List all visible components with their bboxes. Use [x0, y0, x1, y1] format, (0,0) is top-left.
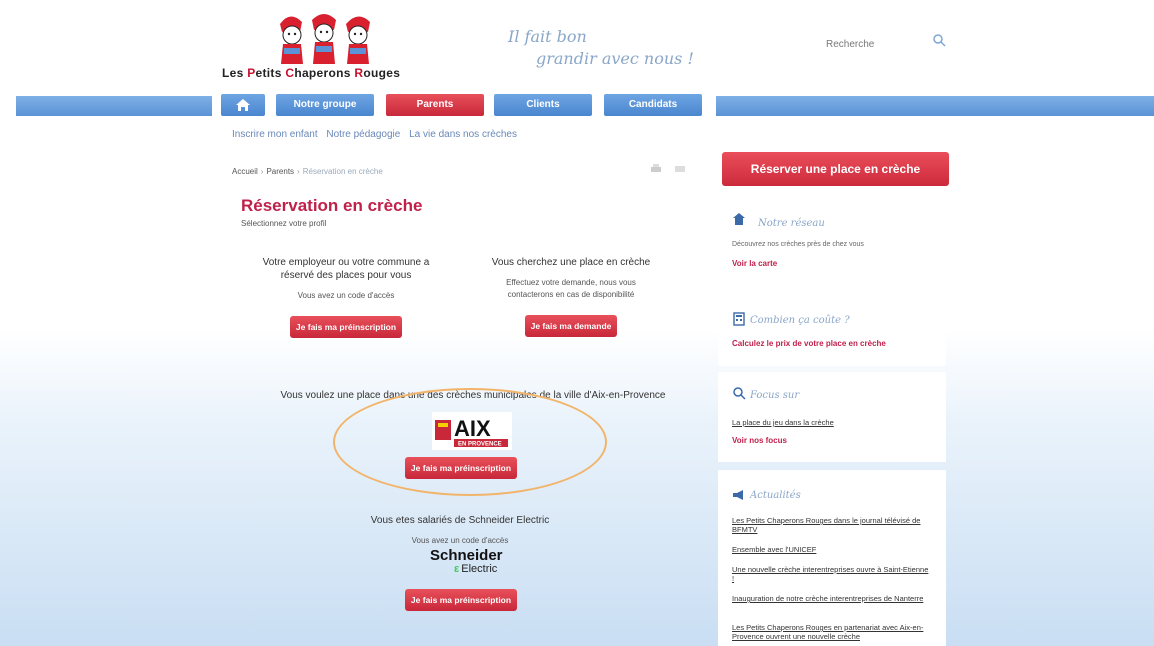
aix-en-provence-logo: AIX EN PROVENCE	[432, 406, 512, 452]
share-icon[interactable]	[674, 164, 686, 174]
site-logo[interactable]: Les Petits Chaperons Rouges	[222, 10, 432, 82]
main-nav: Notre groupe Parents Clients Candidats	[0, 94, 1154, 118]
panel-cout-title: Combien ça coûte ?	[750, 315, 850, 326]
page-tools	[650, 164, 686, 176]
nav-strip-right	[716, 96, 1154, 116]
nav-strip-left	[16, 96, 212, 116]
panel-actualites: Actualités Les Petits Chaperons Rouges d…	[718, 470, 946, 646]
breadcrumb-parents[interactable]: Parents	[266, 167, 294, 176]
home-network-icon	[733, 213, 745, 225]
calculator-icon	[733, 312, 745, 326]
header: Les Petits Chaperons Rouges Il fait bon …	[0, 0, 1154, 92]
breadcrumb-current: Réservation en crèche	[302, 167, 383, 176]
nav-item-clients[interactable]: Clients	[494, 94, 592, 116]
option-employeur-title: Votre employeur ou votre commune a réser…	[262, 257, 430, 281]
nav-item-parents[interactable]: Parents	[386, 94, 484, 116]
panel-cout: Combien ça coûte ? Calculez le prix de v…	[718, 302, 946, 366]
print-icon[interactable]	[650, 164, 662, 174]
panel-reseau-title: Notre réseau	[758, 218, 825, 229]
sub-nav-pedagogie[interactable]: Notre pédagogie	[326, 129, 400, 140]
home-button[interactable]	[221, 94, 265, 116]
svg-text:AIX: AIX	[454, 416, 491, 441]
magnifier-icon	[733, 387, 746, 400]
svg-text:EN PROVENCE: EN PROVENCE	[458, 442, 502, 448]
panel-actualites-title: Actualités	[750, 490, 801, 501]
preinscription-button-1[interactable]: Je fais ma préinscription	[289, 316, 403, 338]
breadcrumb-accueil[interactable]: Accueil	[232, 167, 258, 176]
option-recherche: Vous cherchez une place en crèche Effect…	[476, 256, 666, 337]
page-title: Réservation en crèche	[241, 196, 423, 215]
news-item[interactable]: Inauguration de notre crèche interentrep…	[732, 594, 932, 603]
voir-carte-link[interactable]: Voir la carte	[732, 259, 777, 268]
logo-text: Les Petits Chaperons Rouges	[222, 66, 401, 80]
news-item[interactable]: Les Petits Chaperons Rouges en partenari…	[732, 623, 932, 641]
calcul-prix-link[interactable]: Calculez le prix de votre place en crèch…	[732, 339, 886, 348]
search-input[interactable]: Recherche	[826, 39, 874, 50]
sub-nav-vie-creches[interactable]: La vie dans nos crèches	[409, 129, 517, 140]
page-subtitle: Sélectionnez votre profil	[241, 219, 327, 228]
schneider-mark-icon: ε	[454, 563, 460, 575]
search-icon[interactable]	[932, 33, 946, 47]
preinscription-button-schneider[interactable]: Je fais ma préinscription	[404, 589, 518, 611]
chaperons-figures-icon	[280, 14, 370, 64]
news-item[interactable]: Une nouvelle crèche interentreprises ouv…	[732, 565, 932, 583]
sub-nav-inscrire[interactable]: Inscrire mon enfant	[232, 129, 318, 140]
megaphone-icon	[733, 490, 743, 500]
schneider-electric-logo: Schneider ε Electric	[430, 547, 503, 575]
news-item[interactable]: Les Petits Chaperons Rouges dans le jour…	[732, 516, 932, 534]
nav-item-candidats[interactable]: Candidats	[604, 94, 702, 116]
option-schneider-text: Vous avez un code d'accès	[411, 536, 509, 545]
option-schneider: Vous etes salariés de Schneider Electric…	[318, 514, 602, 547]
focus-article-link[interactable]: La place du jeu dans la crèche	[732, 418, 932, 427]
slogan-line-2: grandir avec nous !	[536, 49, 694, 68]
option-recherche-text: Effectuez votre demande, nous vous conta…	[506, 278, 636, 299]
preinscription-button-aix[interactable]: Je fais ma préinscription	[404, 457, 518, 479]
home-icon	[236, 99, 250, 111]
panel-focus-title: Focus sur	[750, 390, 800, 401]
option-employeur: Votre employeur ou votre commune a réser…	[252, 256, 440, 338]
option-recherche-title: Vous cherchez une place en crèche	[491, 257, 651, 268]
voir-focus-link[interactable]: Voir nos focus	[732, 436, 787, 445]
nav-item-notre-groupe[interactable]: Notre groupe	[276, 94, 374, 116]
search-box[interactable]: Recherche	[826, 34, 956, 52]
option-aix-action: Je fais ma préinscription	[366, 457, 556, 479]
option-schneider-title: Vous etes salariés de Schneider Electric	[370, 515, 550, 526]
slogan-line-1: Il fait bon	[508, 27, 587, 46]
panel-reseau: Notre réseau Découvrez nos crèches près …	[718, 198, 946, 298]
breadcrumb: Accueil › Parents › Réservation en crèche	[232, 167, 383, 176]
panel-reseau-text: Découvrez nos crèches près de chez vous	[732, 241, 864, 248]
news-item[interactable]: Ensemble avec l'UNICEF	[732, 545, 932, 554]
slogan: Il fait bon grandir avec nous !	[508, 26, 694, 70]
option-schneider-action: Je fais ma préinscription	[366, 589, 556, 611]
option-employeur-text: Vous avez un code d'accès	[297, 291, 395, 300]
reserve-place-button[interactable]: Réserver une place en crèche	[722, 152, 949, 186]
sub-nav: Inscrire mon enfant Notre pédagogie La v…	[232, 129, 523, 140]
demande-button[interactable]: Je fais ma demande	[524, 315, 618, 337]
panel-focus: Focus sur La place du jeu dans la crèche…	[718, 372, 946, 462]
